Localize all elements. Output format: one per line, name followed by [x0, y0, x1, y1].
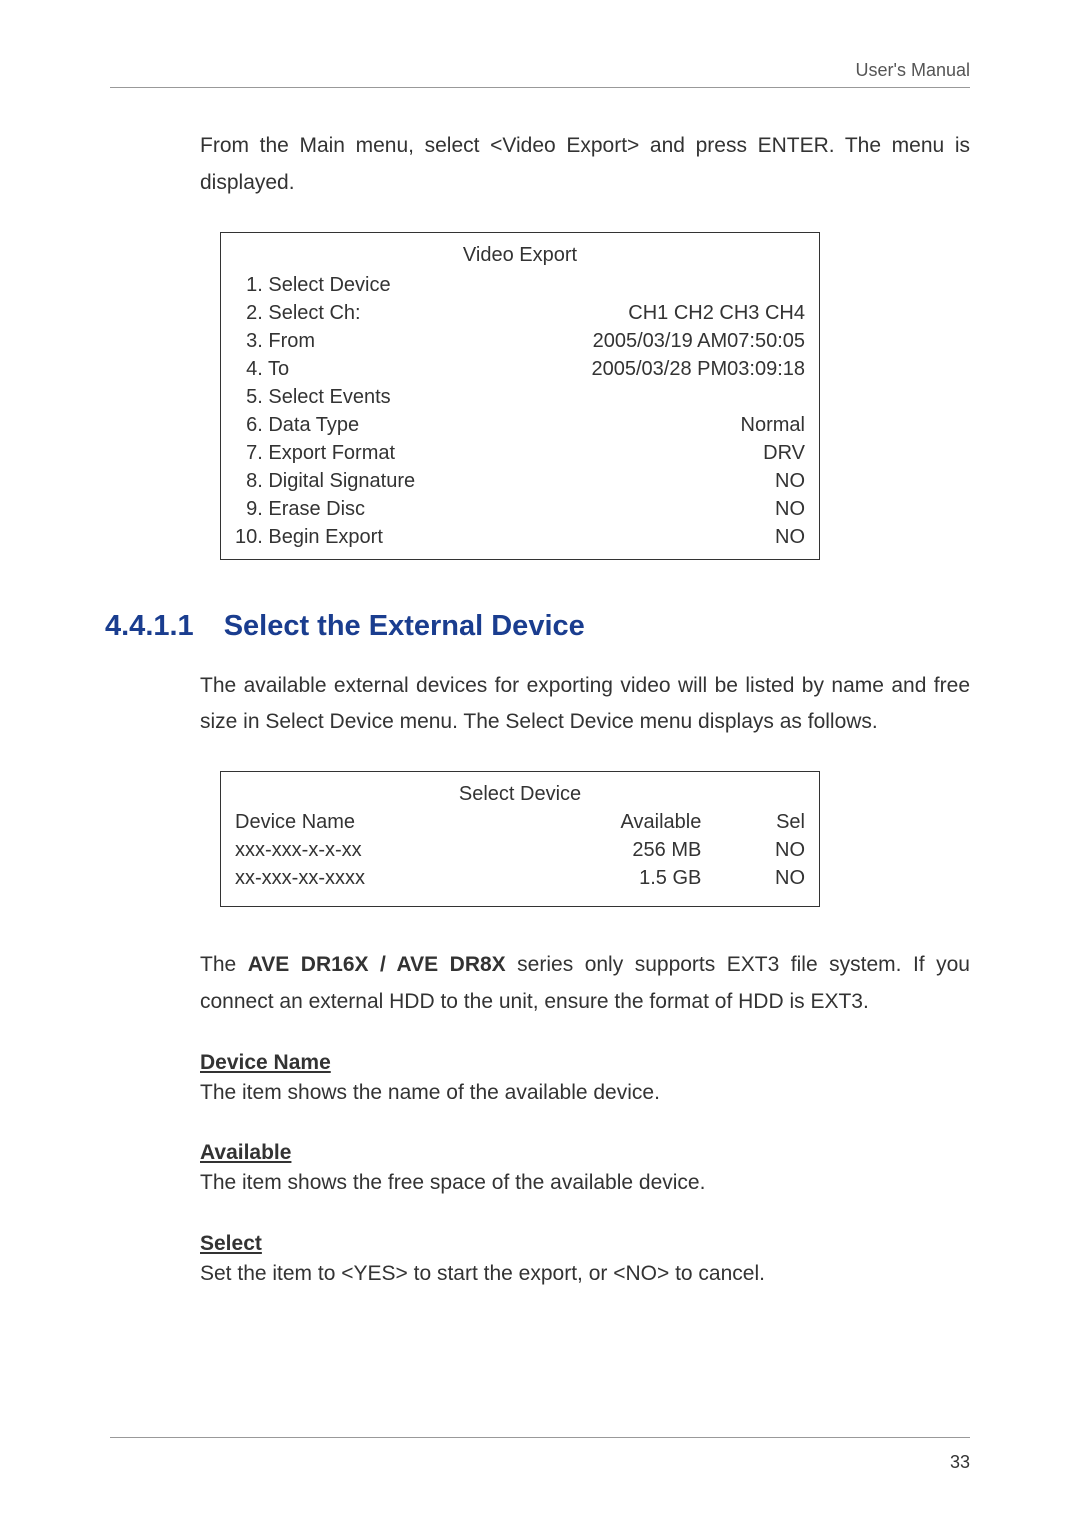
device-cell-name: xx-xxx-xx-xxxx: [235, 864, 546, 892]
menu-row: 1. Select Device: [235, 271, 805, 299]
device-header-available: Available: [546, 808, 701, 836]
menu-row: 7. Export Format DRV: [235, 439, 805, 467]
subsection-heading: Available: [200, 1141, 970, 1165]
menu-row-value: NO: [775, 467, 805, 495]
subsection-text: The item shows the free space of the ava…: [200, 1165, 970, 1202]
menu-row-label: 3. From: [235, 327, 315, 355]
section-intro-paragraph: The available external devices for expor…: [200, 668, 970, 742]
menu-row-value: 2005/03/28 PM03:09:18: [591, 355, 805, 383]
menu-row: 8. Digital Signature NO: [235, 467, 805, 495]
menu-row-label: 10. Begin Export: [235, 523, 383, 551]
menu-row-value: Normal: [741, 411, 805, 439]
menu-row: 5. Select Events: [235, 383, 805, 411]
select-device-title: Select Device: [235, 780, 805, 808]
ext3-prefix: The: [200, 953, 248, 976]
menu-row-value: NO: [775, 523, 805, 551]
menu-row-label: 2. Select Ch:: [235, 299, 361, 327]
menu-row: 9. Erase Disc NO: [235, 495, 805, 523]
menu-row: 6. Data Type Normal: [235, 411, 805, 439]
header-divider: [110, 87, 970, 88]
page-number: 33: [950, 1452, 970, 1473]
ext3-note: The AVE DR16X / AVE DR8X series only sup…: [200, 947, 970, 1021]
menu-row-label: 7. Export Format: [235, 439, 395, 467]
ext3-bold: AVE DR16X / AVE DR8X: [248, 953, 506, 976]
menu-row-label: 8. Digital Signature: [235, 467, 415, 495]
header-label: User's Manual: [110, 60, 970, 81]
device-cell-available: 256 MB: [546, 836, 701, 864]
menu-row: 10. Begin Export NO: [235, 523, 805, 551]
menu-row: 2. Select Ch: CH1 CH2 CH3 CH4: [235, 299, 805, 327]
video-export-menu-box: Video Export 1. Select Device 2. Select …: [220, 232, 820, 560]
device-row: xx-xxx-xx-xxxx1.5 GBNO: [235, 864, 805, 892]
menu-row-label: 1. Select Device: [235, 271, 391, 299]
subsection-heading: Select: [200, 1232, 970, 1256]
device-header-row: Device Name Available Sel: [235, 808, 805, 836]
device-cell-sel: NO: [701, 836, 805, 864]
menu-row-value: 2005/03/19 AM07:50:05: [593, 327, 805, 355]
menu-row: 3. From 2005/03/19 AM07:50:05: [235, 327, 805, 355]
device-cell-available: 1.5 GB: [546, 864, 701, 892]
device-row: xxx-xxx-x-x-xx256 MBNO: [235, 836, 805, 864]
device-header-sel: Sel: [701, 808, 805, 836]
section-heading: 4.4.1.1 Select the External Device: [110, 610, 970, 643]
intro-paragraph: From the Main menu, select <Video Export…: [200, 128, 970, 202]
device-cell-sel: NO: [701, 864, 805, 892]
menu-row-label: 5. Select Events: [235, 383, 391, 411]
device-cell-name: xxx-xxx-x-x-xx: [235, 836, 546, 864]
menu-row: 4. To 2005/03/28 PM03:09:18: [235, 355, 805, 383]
menu-row-value: DRV: [763, 439, 805, 467]
video-export-title: Video Export: [235, 241, 805, 271]
subsection-text: Set the item to <YES> to start the expor…: [200, 1256, 970, 1293]
device-header-name: Device Name: [235, 808, 546, 836]
menu-row-label: 6. Data Type: [235, 411, 359, 439]
select-device-menu-box: Select Device Device Name Available Sel …: [220, 771, 820, 907]
menu-row-label: 4. To: [235, 355, 289, 383]
subsection-heading: Device Name: [200, 1051, 970, 1075]
menu-row-value: CH1 CH2 CH3 CH4: [628, 299, 805, 327]
menu-row-value: NO: [775, 495, 805, 523]
footer-divider: [110, 1437, 970, 1438]
subsection-text: The item shows the name of the available…: [200, 1075, 970, 1112]
section-title: Select the External Device: [224, 610, 585, 643]
section-number: 4.4.1.1: [105, 610, 194, 643]
menu-row-label: 9. Erase Disc: [235, 495, 365, 523]
